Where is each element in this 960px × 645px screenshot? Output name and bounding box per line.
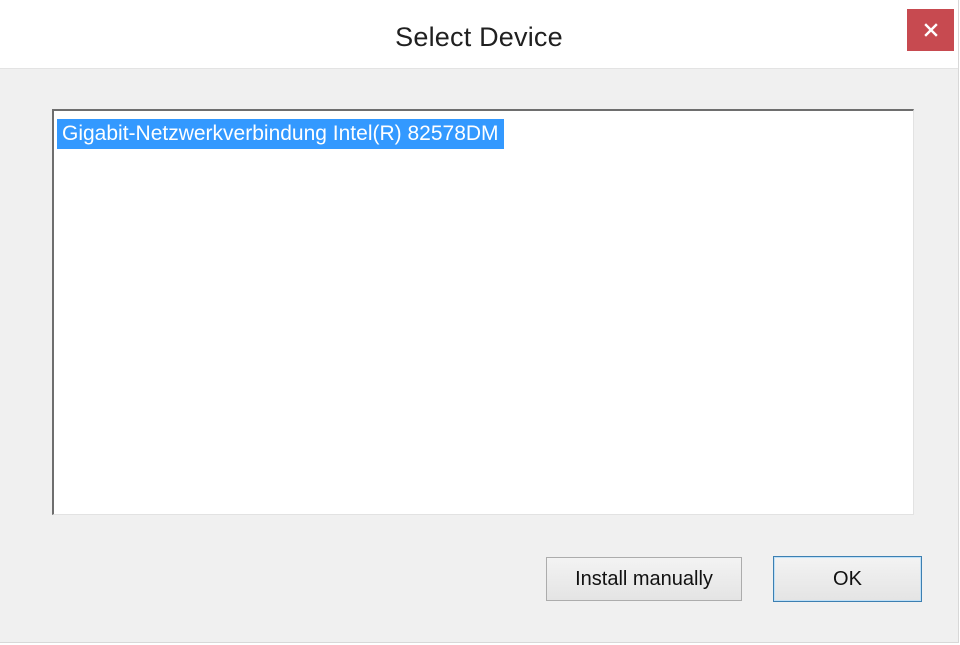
- ok-button[interactable]: OK: [773, 556, 922, 602]
- close-icon: [923, 22, 939, 38]
- select-device-dialog: Select Device Gigabit-Netzwerkverbindung…: [0, 0, 959, 643]
- install-manually-button[interactable]: Install manually: [546, 557, 742, 601]
- device-listbox[interactable]: Gigabit-Netzwerkverbindung Intel(R) 8257…: [52, 109, 914, 515]
- list-item[interactable]: Gigabit-Netzwerkverbindung Intel(R) 8257…: [57, 119, 504, 149]
- dialog-title: Select Device: [395, 22, 563, 52]
- close-button[interactable]: [907, 9, 954, 51]
- title-bar: Select Device: [0, 0, 958, 69]
